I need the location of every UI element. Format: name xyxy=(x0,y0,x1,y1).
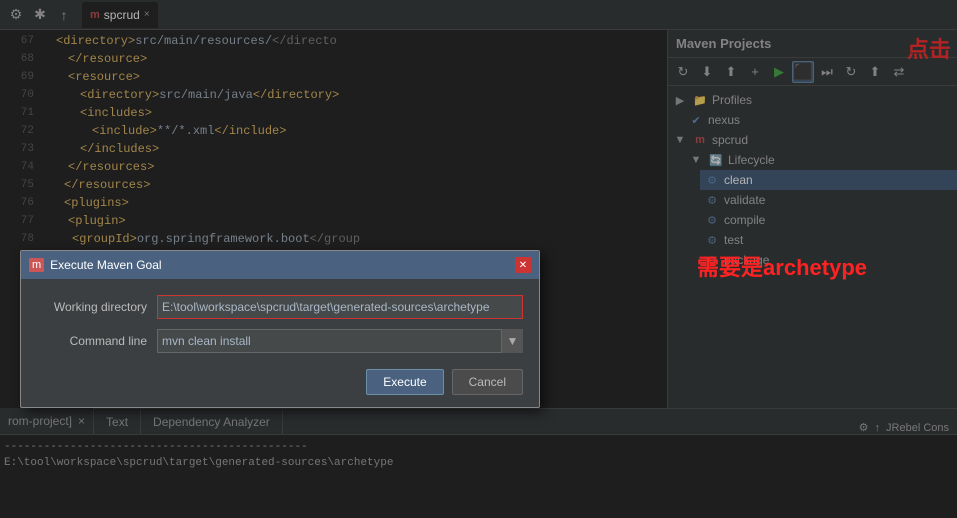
execute-button[interactable]: Execute xyxy=(366,369,443,395)
dialog-maven-icon: m xyxy=(29,258,44,272)
dialog-title-text: Execute Maven Goal xyxy=(50,258,161,272)
dialog-working-dir-row: Working directory xyxy=(37,295,523,319)
dialog-title: m Execute Maven Goal xyxy=(29,258,162,272)
dialog-overlay: m Execute Maven Goal ✕ Working directory… xyxy=(0,0,957,518)
working-dir-label: Working directory xyxy=(37,300,147,314)
close-x-icon: ✕ xyxy=(519,260,527,271)
command-input-wrapper: ▼ xyxy=(157,329,523,353)
working-dir-input[interactable] xyxy=(157,295,523,319)
execute-maven-dialog: m Execute Maven Goal ✕ Working directory… xyxy=(20,250,540,408)
cancel-button[interactable]: Cancel xyxy=(452,369,523,395)
dialog-command-row: Command line ▼ xyxy=(37,329,523,353)
command-line-input[interactable] xyxy=(157,329,523,353)
dialog-close-button[interactable]: ✕ xyxy=(515,257,531,273)
dialog-body: Working directory Command line ▼ xyxy=(21,279,539,361)
dialog-titlebar: m Execute Maven Goal ✕ xyxy=(21,251,539,279)
dialog-footer: Execute Cancel xyxy=(21,361,539,407)
command-dropdown-arrow[interactable]: ▼ xyxy=(501,329,523,353)
command-line-label: Command line xyxy=(37,334,147,348)
